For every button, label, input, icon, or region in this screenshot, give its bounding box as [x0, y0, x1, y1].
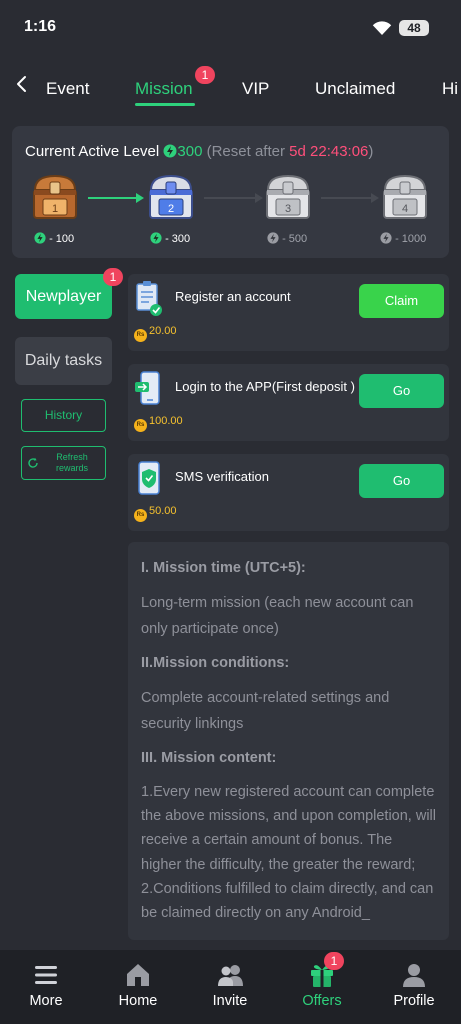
nav-offers[interactable]: Offers — [276, 950, 368, 1024]
description-text: Complete account-related settings and se… — [141, 690, 390, 732]
level-connector — [204, 197, 258, 199]
refresh-rewards-label: Refresh rewards — [55, 452, 88, 473]
rupee-coin-icon: Rs — [134, 419, 147, 432]
tab-history[interactable]: Hi — [442, 79, 458, 99]
chest-label: - 1000 — [380, 232, 426, 245]
battery-icon: 48 — [399, 20, 429, 36]
description-text: 1.Every new registered account can compl… — [141, 784, 436, 873]
document-check-icon — [136, 281, 162, 316]
go-button[interactable]: Go — [359, 464, 444, 498]
rupee-coin-icon: Rs — [134, 329, 147, 342]
description-text: 2.Conditions fulfilled to claim directly… — [141, 880, 434, 922]
description-heading: III. Mission content: — [141, 750, 277, 766]
bolt-icon — [163, 144, 177, 158]
newplayer-badge: 1 — [103, 268, 123, 286]
sidebar-item-daily-tasks[interactable]: Daily tasks — [15, 337, 112, 385]
home-icon — [127, 964, 149, 986]
active-level-card: Current Active Level 300 (Reset after 5d… — [12, 126, 449, 258]
chest-label: - 100 — [34, 232, 74, 245]
description-text: Long-term mission (each new account can … — [141, 595, 414, 637]
task-title: Register an account — [175, 289, 291, 304]
chest-label: - 500 — [267, 232, 307, 245]
arrow-right-icon — [371, 193, 379, 203]
back-arrow-icon[interactable] — [12, 74, 32, 94]
status-time: 1:16 — [24, 18, 57, 35]
tab-bar: Event Mission 1 VIP Unclaimed Hi — [0, 56, 461, 108]
level-connector — [88, 197, 140, 199]
bolt-icon — [150, 232, 162, 244]
chest-label: - 300 — [150, 232, 190, 245]
nav-more[interactable]: More — [0, 950, 92, 1024]
phone-login-icon — [135, 371, 160, 405]
menu-icon — [35, 966, 57, 984]
task-reward: Rs 100.00 — [134, 415, 183, 432]
offers-badge: 1 — [324, 952, 344, 970]
user-icon — [403, 964, 425, 987]
active-level-value: 300 — [177, 143, 203, 160]
nav-home[interactable]: Home — [92, 950, 184, 1024]
rupee-coin-icon: Rs — [134, 509, 147, 522]
svg-text:2: 2 — [168, 203, 174, 215]
refresh-icon — [28, 457, 38, 468]
mission-badge: 1 — [195, 66, 215, 84]
svg-text:3: 3 — [285, 203, 291, 215]
task-reward: Rs 50.00 — [134, 505, 177, 522]
history-button[interactable]: History — [21, 399, 106, 432]
reset-countdown: 5d 22:43:06 — [289, 143, 369, 160]
bottom-navigation: More Home Invite Offers Profile — [0, 950, 461, 1024]
sidebar-item-newplayer[interactable]: Newplayer — [15, 274, 112, 319]
task-card: Register an account Rs 20.00 Claim — [128, 274, 449, 351]
bolt-icon — [34, 232, 46, 244]
tab-mission[interactable]: Mission — [135, 79, 193, 99]
people-icon — [218, 965, 243, 986]
chest-locked-icon[interactable]: 4 — [379, 172, 431, 222]
description-heading: I. Mission time (UTC+5): — [141, 560, 306, 576]
status-bar: 1:16 48 — [0, 0, 461, 56]
tab-unclaimed[interactable]: Unclaimed — [315, 79, 395, 99]
claim-button[interactable]: Claim — [359, 284, 444, 318]
bolt-icon — [267, 232, 279, 244]
task-title: SMS verification — [175, 469, 269, 484]
task-title: Login to the APP(First deposit ) — [175, 379, 355, 394]
tab-active-indicator — [135, 103, 195, 106]
tab-event[interactable]: Event — [46, 79, 89, 99]
task-card: SMS verification Rs 50.00 Go — [128, 454, 449, 531]
bolt-icon — [380, 232, 392, 244]
task-reward: Rs 20.00 — [134, 325, 177, 342]
nav-profile[interactable]: Profile — [368, 950, 460, 1024]
svg-text:4: 4 — [402, 203, 408, 215]
chest-blue-icon[interactable]: 2 — [145, 172, 197, 222]
level-connector — [321, 197, 375, 199]
svg-text:1: 1 — [52, 203, 58, 215]
task-card: Login to the APP(First deposit ) Rs 100.0… — [128, 364, 449, 441]
mission-description: I. Mission time (UTC+5): Long-term missi… — [128, 542, 449, 940]
chest-bronze-icon[interactable]: 1 — [29, 172, 81, 222]
arrow-right-icon — [136, 193, 144, 203]
phone-shield-icon — [138, 461, 160, 495]
go-button[interactable]: Go — [359, 374, 444, 408]
chest-locked-icon[interactable]: 3 — [262, 172, 314, 222]
active-level-title: Current Active Level 300 (Reset after 5d… — [25, 143, 374, 160]
wifi-icon — [372, 21, 392, 35]
nav-invite[interactable]: Invite — [184, 950, 276, 1024]
description-heading: II.Mission conditions: — [141, 655, 290, 671]
refresh-rewards-button[interactable]: Refresh rewards — [21, 446, 106, 480]
tab-vip[interactable]: VIP — [242, 79, 269, 99]
